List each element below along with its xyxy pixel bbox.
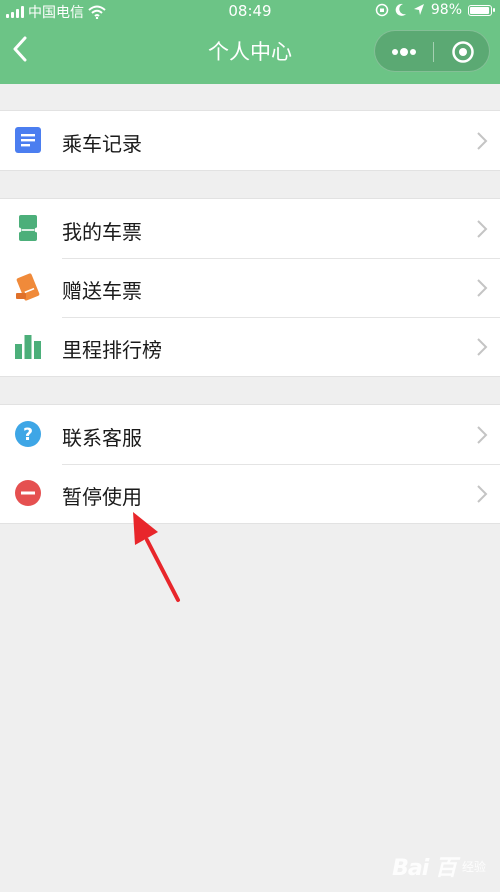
more-dots-icon bbox=[392, 48, 416, 56]
minus-circle-icon bbox=[15, 480, 41, 506]
menu-item-label: 我的车票 bbox=[62, 220, 142, 244]
chevron-right-icon bbox=[477, 338, 488, 356]
chevron-right-icon bbox=[477, 426, 488, 444]
rotation-lock-icon bbox=[375, 3, 389, 17]
chevron-right-icon bbox=[477, 220, 488, 238]
watermark-logo: Bai 百 经验 bbox=[392, 850, 486, 882]
location-icon bbox=[413, 4, 424, 15]
menu-item-label: 乘车记录 bbox=[62, 132, 142, 156]
menu-item-pause-usage[interactable]: 暂停使用 bbox=[0, 464, 500, 523]
nav-bar: 个人中心 bbox=[0, 22, 500, 80]
more-button[interactable] bbox=[375, 31, 433, 73]
menu-item-gift-tickets[interactable]: 赠送车票 bbox=[0, 258, 500, 317]
moon-icon bbox=[395, 3, 406, 16]
question-icon: ? bbox=[15, 421, 41, 447]
battery-percent: 98% bbox=[430, 2, 462, 18]
menu-item-label: 赠送车票 bbox=[62, 279, 142, 303]
menu-item-label: 里程排行榜 bbox=[62, 338, 162, 362]
chevron-right-icon bbox=[477, 279, 488, 297]
document-icon bbox=[15, 127, 41, 153]
gift-ticket-icon bbox=[16, 273, 40, 301]
mini-program-capsule bbox=[374, 30, 490, 72]
menu-item-label: 暂停使用 bbox=[62, 485, 142, 509]
watermark-site: 经验 bbox=[461, 859, 486, 874]
watermark-text: Bai 百 bbox=[392, 856, 457, 881]
menu-item-label: 联系客服 bbox=[62, 426, 142, 450]
chevron-right-icon bbox=[477, 485, 488, 503]
menu-item-mileage-ranking[interactable]: 里程排行榜 bbox=[0, 317, 500, 376]
menu-group-service: ? 联系客服 暂停使用 bbox=[0, 404, 500, 524]
menu-item-contact-support[interactable]: ? 联系客服 bbox=[0, 405, 500, 464]
menu-item-ride-records[interactable]: 乘车记录 bbox=[0, 111, 500, 170]
bar-chart-icon bbox=[15, 335, 41, 359]
menu-group-tickets: 我的车票 赠送车票 里程排行榜 bbox=[0, 198, 500, 377]
close-mini-program-button[interactable] bbox=[434, 31, 491, 73]
target-close-icon bbox=[451, 41, 474, 63]
battery-icon bbox=[468, 4, 495, 16]
status-right: 98% bbox=[375, 2, 495, 18]
header: 中国电信 08:49 98% 个人中心 bbox=[0, 0, 500, 84]
svg-text:?: ? bbox=[23, 425, 33, 445]
chevron-right-icon bbox=[477, 132, 488, 150]
menu-item-my-tickets[interactable]: 我的车票 bbox=[0, 199, 500, 258]
menu-group-records: 乘车记录 bbox=[0, 110, 500, 171]
status-bar: 中国电信 08:49 98% bbox=[0, 0, 500, 22]
ticket-icon bbox=[16, 215, 40, 241]
